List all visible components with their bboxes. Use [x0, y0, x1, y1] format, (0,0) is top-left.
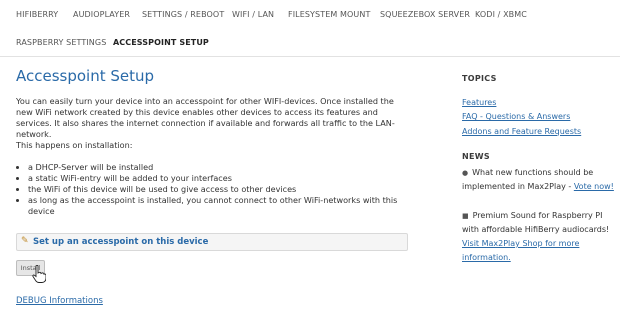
top-nav-row-2: RASPBERRY SETTINGS ACCESSPOINT SETUP — [0, 28, 620, 57]
speaker-icon: ■ — [462, 212, 469, 220]
nav-item-squeezebox-server[interactable]: SQUEEZEBOX SERVER — [380, 10, 470, 19]
news-item-hifiberry: ■ Premium Sound for Raspberry PI with aff… — [462, 209, 618, 265]
comment-icon: ● — [462, 169, 469, 177]
nav-item-kodi-xbmc[interactable]: KODI / XBMC — [475, 10, 527, 19]
top-nav-row-1: HIFIBERRY AUDIOPLAYER SETTINGS / REBOOT … — [0, 0, 620, 28]
nav-item-settings-reboot[interactable]: SETTINGS / REBOOT — [142, 10, 224, 19]
list-item: a static WiFi-entry will be added to you… — [28, 173, 408, 184]
setup-accesspoint-label[interactable]: Set up an accesspoint on this device — [33, 237, 208, 247]
vote-now-link[interactable]: Vote now! — [574, 182, 614, 191]
nav-item-raspberry-settings[interactable]: RASPBERRY SETTINGS — [16, 38, 106, 47]
nav-item-audioplayer[interactable]: AUDIOPLAYER — [73, 10, 130, 19]
max2play-shop-link[interactable]: Visit Max2Play Shop for more information… — [462, 239, 579, 262]
nav-item-filesystem-mount[interactable]: FILESYSTEM MOUNT — [288, 10, 370, 19]
intro-paragraph: You can easily turn your device into an … — [16, 96, 395, 139]
hand-cursor-icon — [32, 265, 46, 283]
installation-heading: This happens on installation: — [16, 140, 133, 150]
nav-item-accesspoint-setup[interactable]: ACCESSPOINT SETUP — [113, 38, 209, 47]
topic-link-faq[interactable]: FAQ - Questions & Answers — [462, 112, 570, 121]
topics-heading: TOPICS — [462, 74, 497, 83]
debug-informations-link[interactable]: DEBUG Informations — [16, 296, 103, 306]
page-title: Accesspoint Setup — [16, 67, 155, 85]
news-text: Premium Sound for Raspberry PI with affo… — [462, 211, 610, 234]
setup-accesspoint-panel[interactable]: ✎ Set up an accesspoint on this device — [16, 233, 408, 251]
list-item: a DHCP-Server will be installed — [28, 162, 408, 173]
nav-item-wifi-lan[interactable]: WIFI / LAN — [232, 10, 274, 19]
nav-item-hifiberry[interactable]: HIFIBERRY — [16, 10, 58, 19]
news-heading: NEWS — [462, 152, 490, 161]
topic-link-addons[interactable]: Addons and Feature Requests — [462, 127, 581, 136]
list-item: the WiFi of this device will be used to … — [28, 184, 408, 195]
wrench-icon: ✎ — [21, 236, 29, 246]
topic-link-features[interactable]: Features — [462, 98, 496, 107]
intro-text-block: You can easily turn your device into an … — [16, 96, 408, 217]
list-item: as long as the accesspoint is installed,… — [28, 195, 408, 217]
news-item-vote: ● What new functions should be implemente… — [462, 166, 618, 194]
installation-list: a DHCP-Server will be installed a static… — [16, 162, 408, 217]
